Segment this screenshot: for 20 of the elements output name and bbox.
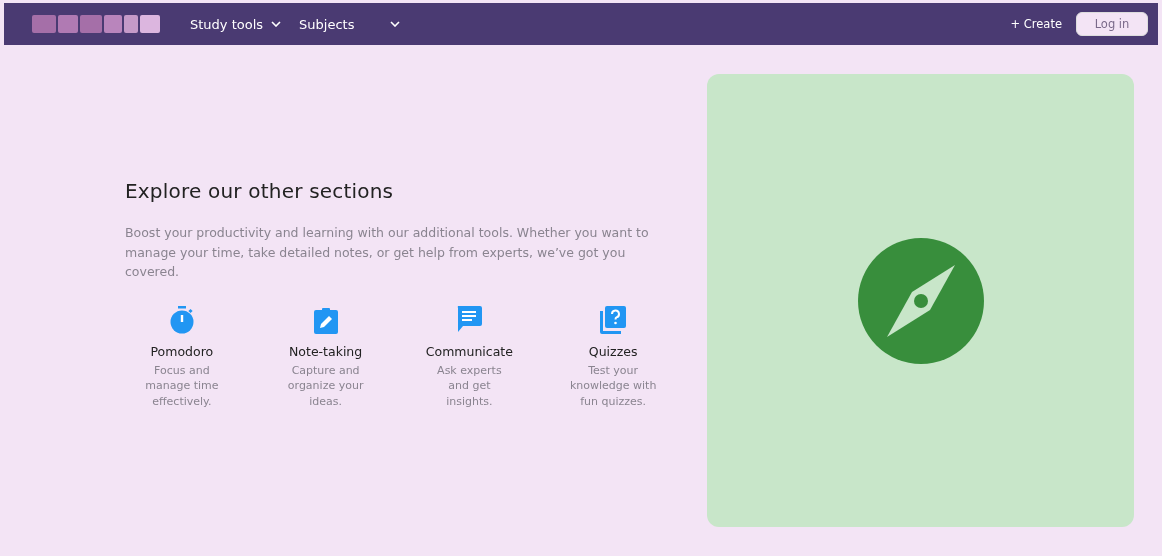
feature-description: Capture and organize your ideas. bbox=[287, 362, 364, 409]
clipboard-pencil-icon bbox=[313, 307, 338, 334]
feature-title: Quizzes bbox=[588, 343, 638, 359]
section-heading: Explore our other sections bbox=[125, 179, 395, 203]
logo-icon[interactable] bbox=[32, 12, 160, 36]
login-button[interactable]: Log in bbox=[1076, 12, 1148, 36]
nav-menu[interactable]: Study tools bbox=[190, 16, 282, 32]
stopwatch-icon bbox=[168, 305, 195, 334]
feature-description: Test your knowledge with fun quizzes. bbox=[569, 362, 657, 409]
question-cards-icon bbox=[600, 305, 627, 334]
feature-title: Pomodoro bbox=[150, 343, 214, 359]
section-description: Boost your productivity and learning with our additional tools. Whether you want to manage your time, take detailed notes, or get help from experts, we’ve got you covered. bbox=[125, 224, 650, 281]
create-link[interactable]: + Create bbox=[1010, 17, 1062, 31]
chat-bubble-icon bbox=[456, 305, 483, 334]
feature-title: Communicate bbox=[425, 343, 513, 359]
feature-title: Note-taking bbox=[289, 343, 363, 359]
nav-menu[interactable]: Subjects bbox=[299, 16, 401, 32]
feature-description: Ask experts and get insights. bbox=[437, 362, 502, 409]
feature-description: Focus and manage time effectively. bbox=[145, 362, 219, 409]
compass-icon bbox=[856, 236, 985, 365]
